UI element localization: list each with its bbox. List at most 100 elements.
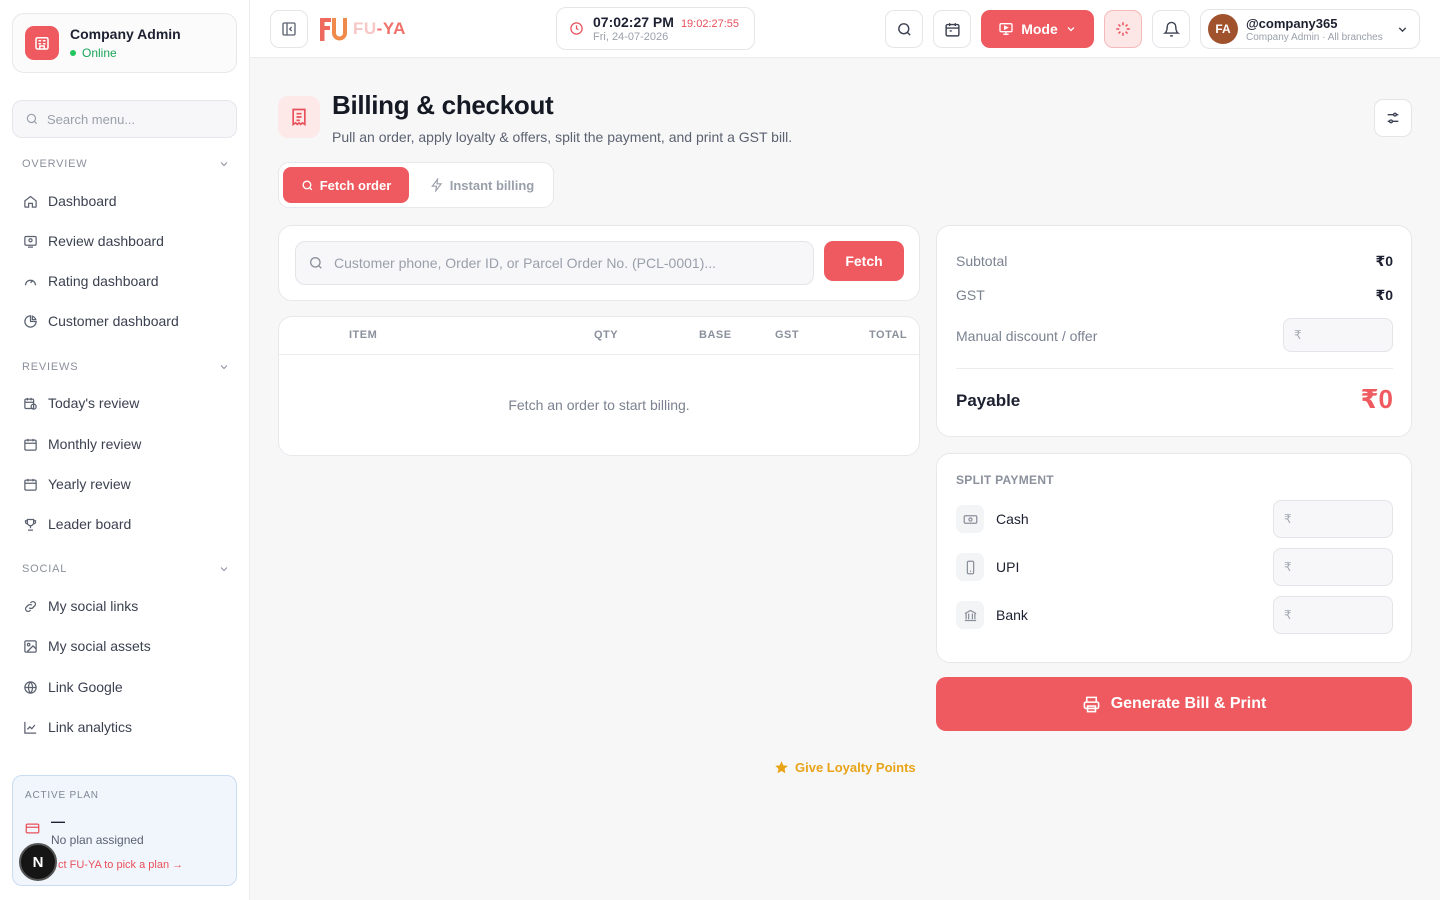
nav-label: Customer dashboard (48, 313, 179, 329)
clock-icon (569, 21, 584, 36)
empty-state-message: Fetch an order to start billing. (508, 397, 690, 413)
section-title: SOCIAL (22, 563, 68, 575)
tab-label: Instant billing (449, 177, 535, 193)
col-item: ITEM (349, 329, 378, 341)
user-role: Company Admin · All branches (1246, 31, 1383, 43)
cash-amount-input[interactable] (1297, 511, 1368, 527)
nav-label: Link analytics (48, 719, 133, 735)
bank-amount-field[interactable]: ₹ (1273, 596, 1393, 634)
section-social[interactable]: SOCIAL (22, 563, 230, 575)
rupee-symbol: ₹ (1284, 608, 1292, 622)
clock-date: Fri, 24-07-2026 (593, 31, 669, 43)
bank-amount-input[interactable] (1297, 607, 1368, 623)
section-title: OVERVIEW (22, 158, 88, 170)
logo-text-right: -YA (376, 19, 406, 38)
nav-label: Review dashboard (48, 233, 164, 249)
logo-text-left: FU (353, 19, 377, 38)
gst-label: GST (956, 287, 985, 303)
upi-amount-input[interactable] (1297, 559, 1368, 575)
nav-rating-dashboard[interactable]: Rating dashboard (22, 269, 232, 293)
nav-my-social-links[interactable]: My social links (22, 594, 232, 618)
topbar: FU-YA 07:02:27 PM 19:02:27:55 Fri, 24-07… (250, 0, 1440, 58)
fetch-button[interactable]: Fetch (824, 241, 904, 281)
rupee-symbol: ₹ (1284, 512, 1292, 526)
gauge-icon (22, 273, 38, 289)
chevron-down-icon (218, 563, 230, 575)
col-total: TOTAL (869, 329, 908, 341)
nav-label: Dashboard (48, 193, 117, 209)
chevron-down-icon (1065, 23, 1077, 35)
clock-time: 07:02:27 PM (593, 14, 674, 30)
n-badge[interactable]: N (19, 843, 57, 881)
nav-yearly-review[interactable]: Yearly review (22, 472, 232, 496)
subtotal-label: Subtotal (956, 253, 1008, 269)
search-icon (308, 255, 324, 271)
cash-icon (956, 505, 984, 533)
brand-logo[interactable]: FU-YA (317, 14, 406, 44)
give-loyalty-points-link[interactable]: Give Loyalty Points (774, 760, 916, 775)
phone-icon (956, 553, 984, 581)
nav-label: Yearly review (48, 476, 131, 492)
contact-plan-link[interactable]: ct FU-YA to pick a plan → (58, 859, 183, 871)
cash-amount-field[interactable]: ₹ (1273, 500, 1393, 538)
nav-my-social-assets[interactable]: My social assets (22, 634, 232, 658)
gst-value: ₹0 (1375, 287, 1393, 303)
star-icon (774, 760, 789, 775)
sidebar-toggle-button[interactable] (270, 10, 308, 48)
col-qty: QTY (594, 329, 619, 341)
nav-label: Monthly review (48, 436, 142, 452)
image-icon (22, 638, 38, 654)
plan-status: No plan assigned (51, 833, 144, 847)
nav-dashboard[interactable]: Dashboard (22, 189, 232, 213)
logo-mark-icon (317, 14, 347, 44)
sliders-icon (1385, 110, 1401, 126)
discount-input[interactable] (1307, 327, 1378, 343)
subtotal-value: ₹0 (1375, 253, 1393, 269)
discount-field[interactable]: ₹ (1283, 318, 1393, 352)
company-card[interactable]: Company Admin Online (12, 13, 237, 73)
menu-search-input[interactable] (47, 111, 217, 127)
col-gst: GST (775, 329, 800, 341)
mode-dropdown-button[interactable]: Mode (981, 10, 1094, 48)
plan-name: — (51, 813, 65, 829)
order-search-input[interactable] (334, 255, 813, 271)
section-reviews[interactable]: REVIEWS (22, 361, 230, 373)
nav-label: Leader board (48, 516, 132, 532)
avatar: FA (1208, 14, 1238, 44)
plan-label: ACTIVE PLAN (25, 790, 99, 801)
nav-customer-dashboard[interactable]: Customer dashboard (22, 309, 232, 333)
ai-sparkle-button[interactable] (1104, 10, 1142, 48)
tab-fetch-order[interactable]: Fetch order (283, 167, 409, 203)
sidebar: Company Admin Online OVERVIEW Dashboard … (0, 0, 250, 900)
upi-amount-field[interactable]: ₹ (1273, 548, 1393, 586)
link-icon (22, 598, 38, 614)
pie-chart-icon (22, 313, 38, 329)
menu-search[interactable] (12, 100, 237, 138)
nav-link-analytics[interactable]: Link analytics (22, 715, 232, 739)
col-base: BASE (699, 329, 732, 341)
section-title: REVIEWS (22, 361, 79, 373)
tab-instant-billing[interactable]: Instant billing (415, 167, 549, 203)
nav-review-dashboard[interactable]: Review dashboard (22, 229, 232, 253)
user-menu[interactable]: FA @company365 Company Admin · All branc… (1200, 9, 1420, 49)
nav-monthly-review[interactable]: Monthly review (22, 432, 232, 456)
tab-label: Fetch order (319, 177, 392, 193)
building-icon (25, 26, 59, 60)
clock-widget: 07:02:27 PM 19:02:27:55 Fri, 24-07-2026 (556, 7, 755, 50)
nav-link-google[interactable]: Link Google (22, 675, 232, 699)
trophy-icon (22, 516, 38, 532)
rupee-symbol: ₹ (1284, 560, 1292, 574)
calendar-icon (944, 21, 961, 38)
page-subtitle: Pull an order, apply loyalty & offers, s… (332, 129, 793, 145)
section-overview[interactable]: OVERVIEW (22, 158, 230, 170)
global-search-button[interactable] (885, 10, 923, 48)
nav-todays-review[interactable]: Today's review (22, 391, 232, 415)
notifications-button[interactable] (1152, 10, 1190, 48)
calendar-button[interactable] (933, 10, 971, 48)
nav-leader-board[interactable]: Leader board (22, 512, 232, 536)
bank-icon (956, 601, 984, 629)
order-search[interactable] (295, 241, 814, 285)
bill-summary-card: Subtotal ₹0 GST ₹0 Manual discount / off… (936, 225, 1412, 437)
generate-bill-button[interactable]: Generate Bill & Print (936, 677, 1412, 731)
settings-filter-button[interactable] (1374, 99, 1412, 137)
